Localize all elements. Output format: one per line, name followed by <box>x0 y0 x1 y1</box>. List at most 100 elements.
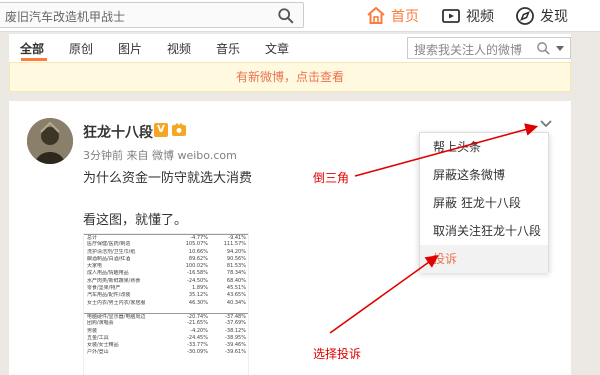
table-cell: 零食/坚果/特产 <box>87 285 121 292</box>
post-text-line1: 为什么资金一防守就选大消费 <box>83 171 253 186</box>
table-cell: 35.12% <box>188 292 208 299</box>
table-cell: 女士内衣/男士内衣/家居服 <box>87 299 146 306</box>
post-image-table[interactable]: 总计 -4.77% -9.41% 医疗保健/医药/制造 105.07% 111.57% 洗护… <box>83 233 249 375</box>
username[interactable]: 狂龙十八段 <box>83 122 153 142</box>
table-cell: 汽车用品/配件/改装 <box>87 292 131 299</box>
tab-pictures[interactable]: 图片 <box>118 40 142 57</box>
nav-video[interactable]: 视频 <box>441 5 494 27</box>
table-row: 男装 -4.20% -38.12% <box>84 328 248 335</box>
table-row: 洗护清洁剂/卫生巾/纸 10.66% 94.20% <box>84 249 248 256</box>
table-cell: -38.95% <box>225 334 246 341</box>
menu-item-promote[interactable]: 帮上头条 <box>420 133 548 161</box>
table-cell: 68.40% <box>226 277 246 284</box>
table-cell: 10.66% <box>188 248 208 255</box>
tab-all[interactable]: 全部 <box>20 40 44 57</box>
table-cell: 1.89% <box>192 285 208 292</box>
table-row: 医疗保健/医药/制造 105.07% 111.57% <box>84 241 248 248</box>
search-icon[interactable] <box>536 41 551 56</box>
table-cell: 105.07% <box>185 241 208 248</box>
tab-articles[interactable]: 文章 <box>265 40 289 57</box>
tab-original[interactable]: 原创 <box>69 40 93 57</box>
annotation-report-label: 选择投诉 <box>313 347 362 361</box>
table-cell: -4.20% <box>190 327 208 334</box>
table-cell: 五金/工具 <box>87 334 109 341</box>
table-cell: 78.34% <box>226 270 246 277</box>
table-cell: 水产肉类/新鲜蔬果/熟食 <box>87 277 141 284</box>
table-cell: 医疗保健/医药/制造 <box>87 241 131 248</box>
search-icon[interactable] <box>277 7 295 25</box>
table-cell: 111.57% <box>223 241 246 248</box>
nav-discover[interactable]: 发现 <box>515 5 568 27</box>
table-row: 电脑硬件/显示器/电脑周边 -20.74% -37.48% <box>84 312 248 320</box>
table-cell: -39.46% <box>225 342 246 349</box>
chevron-down-icon[interactable] <box>539 119 553 129</box>
table-cell: 40.34% <box>226 299 246 306</box>
vip-badge-icon <box>172 123 186 136</box>
table-row: 水产肉类/新鲜蔬果/熟食 -24.50% 68.40% <box>84 278 248 285</box>
table-row: 成人用品/情趣用品 -16.58% 78.34% <box>84 270 248 277</box>
table-cell: 女装/女士精品 <box>87 342 119 349</box>
table-cell: 团购/演唱会 <box>87 320 114 327</box>
table-row: 团购/演唱会 -21.65% -37.69% <box>84 320 248 327</box>
nav-discover-label: 发现 <box>540 9 568 25</box>
table-cell: -16.58% <box>187 270 208 277</box>
table-cell: -38.12% <box>225 327 246 334</box>
table-cell: -24.45% <box>187 334 208 341</box>
global-search-text: 废旧汽车改造机甲战士 <box>5 10 126 24</box>
post-meta: 3分钟前 来自 微博 weibo.com <box>83 149 237 162</box>
feed-filter-bar: 全部 原创 图片 视频 音乐 文章 搜索我关注人的微博 <box>9 34 571 62</box>
global-search-input[interactable]: 废旧汽车改造机甲战士 <box>0 2 304 28</box>
followed-search-placeholder: 搜索我关注人的微博 <box>414 43 523 57</box>
tab-music[interactable]: 音乐 <box>216 40 240 57</box>
table-cell: 46.30% <box>188 299 208 306</box>
nav-home-label: 首页 <box>391 9 419 25</box>
table-cell: 酿酒制品/白酒/红酒 <box>87 255 131 262</box>
table-cell: -33.77% <box>187 342 208 349</box>
nav-video-label: 视频 <box>466 9 494 25</box>
table-cell: 洗护清洁剂/卫生巾/纸 <box>87 248 136 255</box>
avatar[interactable] <box>27 118 73 164</box>
top-bar: 废旧汽车改造机甲战士 首页 视频 发现 <box>0 0 600 32</box>
table-cell: 100.02% <box>185 263 208 270</box>
post-text-line2: 看这图，就懂了。 <box>83 213 188 228</box>
table-row: 女装/女士精品 -33.77% -39.46% <box>84 342 248 349</box>
table-row: 总计 -4.77% -9.41% <box>84 234 248 241</box>
table-row: 女士内衣/男士内衣/家居服 46.30% 40.34% <box>84 300 248 307</box>
table-cell: -37.69% <box>225 320 246 327</box>
table-cell: 90.56% <box>226 255 246 262</box>
table-cell: -24.50% <box>187 277 208 284</box>
dropdown-arrow-icon[interactable] <box>556 46 564 51</box>
table-cell: -30.09% <box>187 349 208 356</box>
post-options-menu: 帮上头条 屏蔽这条微博 屏蔽 狂龙十八段 取消关注狂龙十八段 投诉 <box>419 132 549 273</box>
active-tab-indicator <box>21 58 47 61</box>
table-cell: -39.61% <box>225 349 246 356</box>
table-row: 大家电 100.02% 81.53% <box>84 263 248 270</box>
table-row: 零食/坚果/特产 1.89% 45.51% <box>84 285 248 292</box>
table-row: 五金/工具 -24.45% -38.95% <box>84 335 248 342</box>
annotation-chevron-label: 倒三角 <box>313 171 350 185</box>
nav-home[interactable]: 首页 <box>366 5 419 27</box>
followed-search-input[interactable]: 搜索我关注人的微博 <box>407 37 571 59</box>
new-weibo-notice[interactable]: 有新微博，点击查看 <box>9 62 571 92</box>
tab-video[interactable]: 视频 <box>167 40 191 57</box>
verified-badge: V <box>154 123 168 137</box>
table-cell: 94.20% <box>226 248 246 255</box>
table-cell: 成人用品/情趣用品 <box>87 270 129 277</box>
table-cell: 45.51% <box>226 285 246 292</box>
table-cell: 大家电 <box>87 263 103 270</box>
table-cell: 户外/登山 <box>87 349 109 356</box>
table-cell: -21.65% <box>187 320 208 327</box>
table-cell: 89.62% <box>188 255 208 262</box>
table-cell: 81.53% <box>226 263 246 270</box>
menu-item-block-post[interactable]: 屏蔽这条微博 <box>420 161 548 189</box>
table-row: 户外/登山 -30.09% -39.61% <box>84 349 248 356</box>
menu-item-report[interactable]: 投诉 <box>420 245 548 273</box>
video-icon <box>442 9 460 23</box>
menu-item-unfollow[interactable]: 取消关注狂龙十八段 <box>420 217 548 245</box>
discover-icon <box>516 7 534 25</box>
table-cell: 43.65% <box>226 292 246 299</box>
menu-item-block-user[interactable]: 屏蔽 狂龙十八段 <box>420 189 548 217</box>
home-icon <box>367 6 385 24</box>
table-cell: 男装 <box>87 327 98 334</box>
table-row: 汽车用品/配件/改装 35.12% 43.65% <box>84 292 248 299</box>
